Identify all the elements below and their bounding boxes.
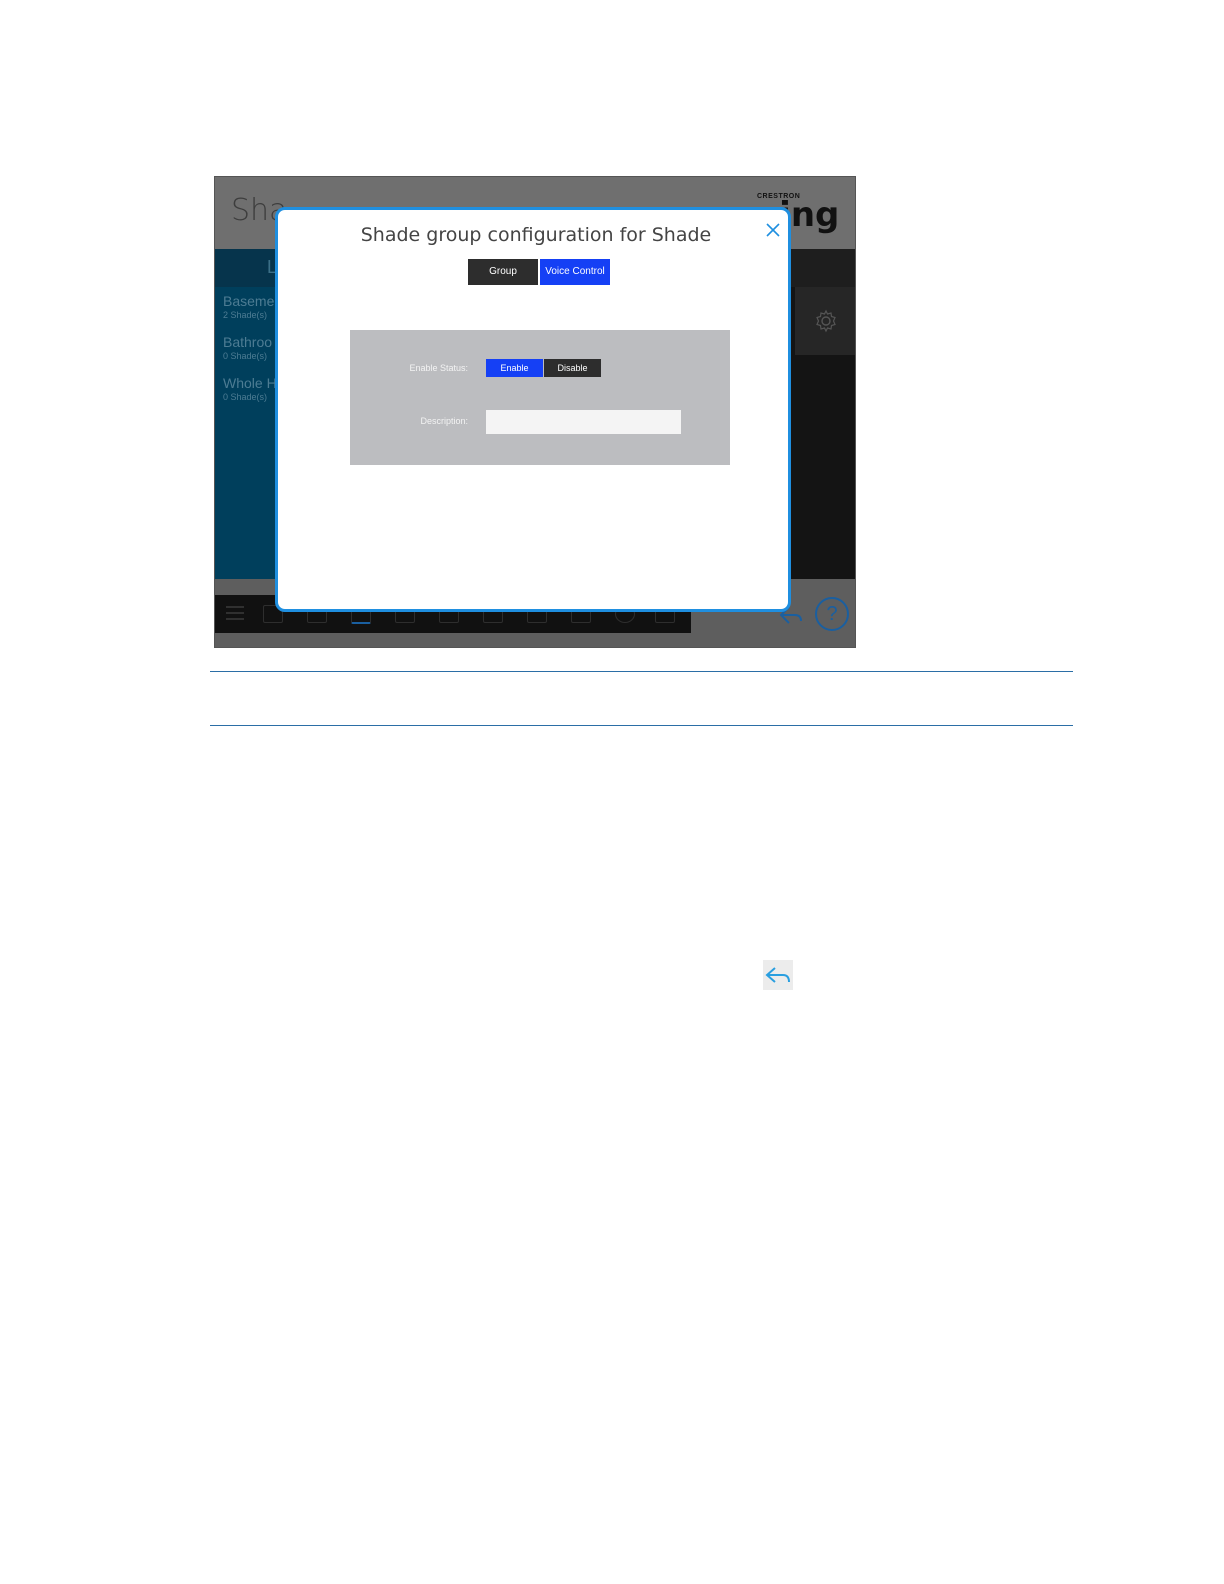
- menu-icon[interactable]: [225, 603, 245, 623]
- room-item-whole-house[interactable]: Whole H 0 Shade(s): [223, 375, 277, 402]
- tab-group[interactable]: Group: [468, 259, 538, 285]
- enable-status-label: Enable Status:: [409, 363, 468, 373]
- enable-button[interactable]: Enable: [486, 359, 543, 377]
- back-arrow-icon: [763, 960, 793, 990]
- gear-icon: [816, 309, 836, 333]
- room-name: Baseme: [223, 293, 275, 309]
- shade-group-config-dialog: Shade group configuration for Shade Grou…: [275, 207, 791, 612]
- tab-voice-control[interactable]: Voice Control: [540, 259, 610, 285]
- room-item-bathroom[interactable]: Bathroo 0 Shade(s): [223, 334, 272, 361]
- room-item-basement[interactable]: Baseme 2 Shade(s): [223, 293, 274, 320]
- help-icon[interactable]: ?: [815, 597, 849, 631]
- close-icon[interactable]: [765, 222, 781, 238]
- voice-control-form: Enable Status: Enable Disable Descriptio…: [350, 330, 730, 465]
- room-name: Whole H: [223, 375, 277, 391]
- room-name: Bathroo: [223, 334, 273, 350]
- room-shade-count: 2 Shade(s): [223, 310, 268, 320]
- description-input[interactable]: [486, 410, 681, 434]
- description-label: Description:: [420, 416, 468, 426]
- divider: [210, 725, 1073, 726]
- room-shade-count: 0 Shade(s): [223, 351, 268, 361]
- dialog-title: Shade group configuration for Shade: [360, 224, 712, 246]
- disable-button[interactable]: Disable: [544, 359, 601, 377]
- room-shade-count: 0 Shade(s): [223, 392, 268, 402]
- divider: [210, 671, 1073, 672]
- settings-button[interactable]: [795, 287, 855, 355]
